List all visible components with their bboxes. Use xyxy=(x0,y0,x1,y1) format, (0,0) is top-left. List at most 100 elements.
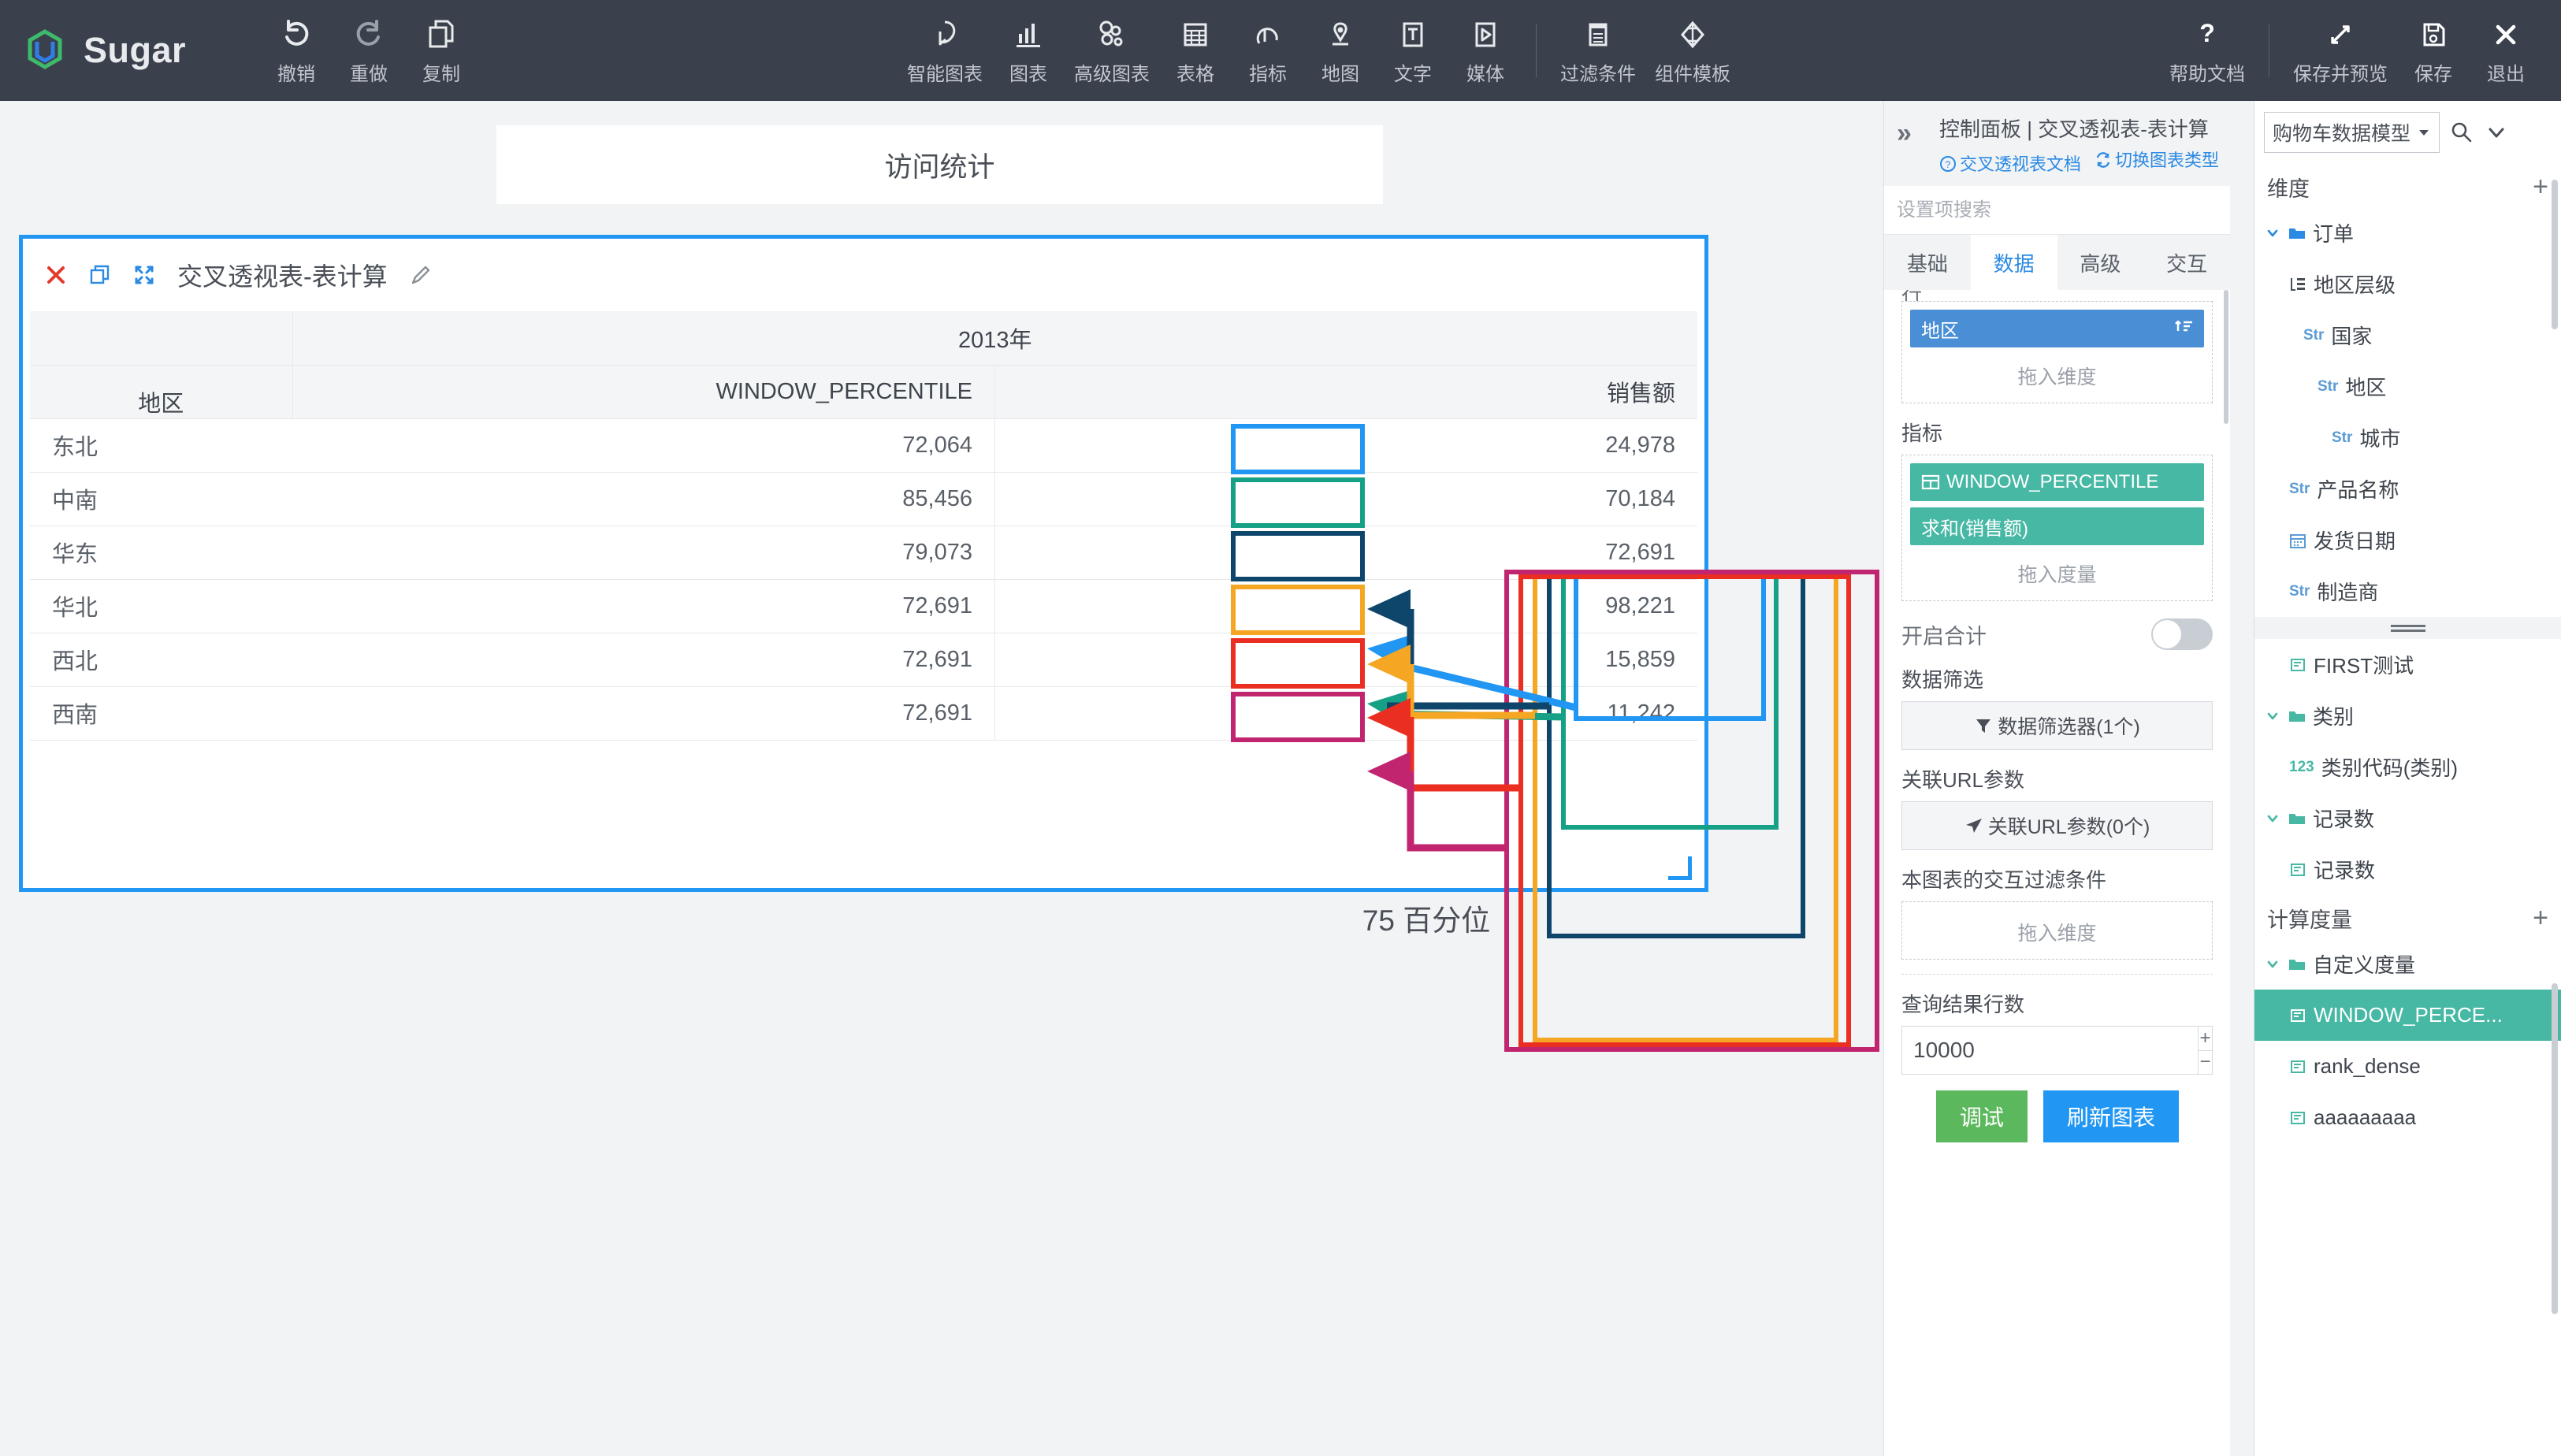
chevron-down-icon[interactable] xyxy=(2484,120,2509,145)
fullscreen-widget-icon[interactable] xyxy=(128,259,160,291)
data-filter-button[interactable]: 数据筛选器(1个) xyxy=(1901,701,2213,750)
add-dimension-icon[interactable]: + xyxy=(2533,172,2548,202)
smart-chart-label: 智能图表 xyxy=(907,63,983,85)
url-param-button[interactable]: 关联URL参数(0个) xyxy=(1901,801,2213,850)
enable-total-toggle[interactable] xyxy=(2151,618,2213,650)
doc-link[interactable]: ? 交叉透视表文档 xyxy=(1939,150,2081,176)
tree-item-ship-date[interactable]: 发货日期 xyxy=(2254,514,2561,566)
metric-icon xyxy=(1251,15,1284,51)
dimension-tree: 订单 地区层级 Str 国家 Str 地区 Str 城市 Str 产品名称 发货… xyxy=(2254,207,2561,617)
metric-pill-window-percentile[interactable]: WINDOW_PERCENTILE xyxy=(1910,463,2204,501)
search-icon[interactable] xyxy=(2449,120,2474,145)
component-template-button[interactable]: 组件模板 xyxy=(1645,0,1740,101)
table-button[interactable]: 表格 xyxy=(1159,0,1232,101)
pivot-chart-widget[interactable]: 交叉透视表-表计算 2013年 地区 WINDOW_PERCENTILE 销售额 xyxy=(19,235,1708,892)
expand-icon xyxy=(2324,15,2357,51)
refresh-chart-button[interactable]: 刷新图表 xyxy=(2043,1090,2180,1142)
tree-item-country[interactable]: Str 国家 xyxy=(2254,310,2561,361)
tree-item-category-code[interactable]: 123 类别代码(类别) xyxy=(2254,741,2561,793)
remove-widget-icon[interactable] xyxy=(40,259,72,291)
edit-name-icon[interactable] xyxy=(405,259,437,291)
duplicate-widget-icon[interactable] xyxy=(84,259,116,291)
save-preview-button[interactable]: 保存并预览 xyxy=(2284,0,2397,101)
table-row[interactable]: 西北 72,691 15,859 xyxy=(30,633,1697,687)
media-button[interactable]: 媒体 xyxy=(1449,0,1522,101)
title-card-widget[interactable]: 访问统计 xyxy=(496,125,1383,204)
tab-advanced[interactable]: 高级 xyxy=(2057,235,2144,290)
dimension-pill-region[interactable]: 地区 xyxy=(1910,310,2204,347)
copy-button[interactable]: 复制 xyxy=(405,0,478,101)
app-logo[interactable]: Sugar xyxy=(0,28,260,72)
debug-button[interactable]: 调试 xyxy=(1936,1090,2028,1142)
dimension-dropzone[interactable]: 地区 拖入维度 xyxy=(1901,301,2213,403)
tree-item-label: WINDOW_PERCE... xyxy=(2314,1003,2503,1027)
tree-item-orders[interactable]: 订单 xyxy=(2254,207,2561,258)
save-button[interactable]: 保存 xyxy=(2397,0,2470,101)
metric-pill-sum-sales[interactable]: 求和(销售额) xyxy=(1910,507,2204,545)
tree-item-record-count-folder[interactable]: 记录数 xyxy=(2254,793,2561,844)
map-button[interactable]: 地图 xyxy=(1304,0,1377,101)
tree-item-manufacturer[interactable]: Str 制造商 xyxy=(2254,566,2561,617)
resize-handle[interactable] xyxy=(1668,856,1692,880)
table-row[interactable]: 西南 72,691 11,242 xyxy=(30,686,1697,741)
text-button[interactable]: 文字 xyxy=(1377,0,1449,101)
svg-text:?: ? xyxy=(2199,19,2215,47)
chart-button[interactable]: 图表 xyxy=(992,0,1065,101)
result-rows-label: 查询结果行数 xyxy=(1901,993,2025,1016)
chevron-down-icon[interactable] xyxy=(2261,226,2284,240)
tree-item-first-test[interactable]: FIRST测试 xyxy=(2254,639,2561,690)
metric-button[interactable]: 指标 xyxy=(1232,0,1304,101)
tab-basic[interactable]: 基础 xyxy=(1884,235,1971,290)
tree-item-record-count[interactable]: 记录数 xyxy=(2254,844,2561,895)
tree-item-label: 记录数 xyxy=(2313,808,2375,831)
sort-icon[interactable] xyxy=(2174,317,2195,337)
metric-dropzone[interactable]: WINDOW_PERCENTILE 求和(销售额) 拖入度量 xyxy=(1901,455,2213,601)
exit-button[interactable]: 退出 xyxy=(2470,0,2542,101)
stepper-decrement[interactable]: − xyxy=(2199,1051,2212,1075)
switch-chart-type-button[interactable]: 切换图表类型 xyxy=(2095,147,2219,172)
tree-item-window-percentile[interactable]: WINDOW_PERCE... xyxy=(2254,990,2561,1041)
result-rows-input[interactable] xyxy=(1901,1026,2198,1075)
panel-resize-grip[interactable] xyxy=(2254,617,2561,639)
number-type-tag: 123 xyxy=(2289,758,2314,775)
tab-interaction[interactable]: 交互 xyxy=(2143,235,2230,290)
undo-button[interactable]: 撤销 xyxy=(260,0,333,101)
table-row[interactable]: 东北 72,064 24,978 xyxy=(30,418,1697,473)
smart-chart-button[interactable]: 智能图表 xyxy=(898,0,992,101)
tree-item-label: 发货日期 xyxy=(2314,529,2396,553)
tree-item-aaaaaaaaa[interactable]: aaaaaaaaa xyxy=(2254,1092,2561,1143)
table-row[interactable]: 中南 85,456 70,184 xyxy=(30,472,1697,526)
tree-item-city[interactable]: Str 城市 xyxy=(2254,412,2561,463)
filter-panel-button[interactable]: 过滤条件 xyxy=(1551,0,1645,101)
row-label: 东北 xyxy=(30,418,292,473)
model-selector[interactable]: 购物车数据模型 xyxy=(2264,112,2440,153)
tree-item-category-folder[interactable]: 类别 xyxy=(2254,690,2561,741)
chevron-down-icon[interactable] xyxy=(2261,709,2284,723)
table-row[interactable]: 华东 79,073 72,691 xyxy=(30,526,1697,580)
tree-item-rank-dense[interactable]: rank_dense xyxy=(2254,1041,2561,1092)
tree-item-region[interactable]: Str 地区 xyxy=(2254,361,2561,412)
collapse-panel-icon[interactable]: » xyxy=(1897,118,1912,149)
redo-button[interactable]: 重做 xyxy=(333,0,405,101)
filter-panel-icon xyxy=(1582,15,1615,51)
advanced-chart-button[interactable]: 高级图表 xyxy=(1065,0,1159,101)
stepper-increment[interactable]: + xyxy=(2199,1027,2212,1051)
add-calc-measure-icon[interactable]: + xyxy=(2533,903,2548,934)
data-panel-header: 购物车数据模型 xyxy=(2254,101,2561,164)
data-panel-scrollbar-bottom[interactable] xyxy=(2552,983,2558,1314)
chevron-down-icon[interactable] xyxy=(2261,812,2284,826)
data-panel-scrollbar-top[interactable] xyxy=(2552,180,2558,329)
chevron-down-icon[interactable] xyxy=(2261,957,2284,971)
config-scrollbar[interactable] xyxy=(2224,290,2228,424)
table-row[interactable]: 华北 72,691 98,221 xyxy=(30,579,1697,633)
tree-item-label: 类别 xyxy=(2313,705,2355,729)
tree-item-custom-measure-folder[interactable]: 自定义度量 xyxy=(2254,938,2561,990)
tree-item-region-hierarchy[interactable]: 地区层级 xyxy=(2254,258,2561,310)
help-doc-button[interactable]: ? 帮助文档 xyxy=(2160,0,2254,101)
interaction-filter-dropzone[interactable]: 拖入维度 xyxy=(1901,901,2213,960)
dashboard-canvas[interactable]: 访问统计 交叉透视表-表计算 2013年 地区 WINDOW_PERCENTIL… xyxy=(0,101,1883,1456)
settings-search-input[interactable] xyxy=(1897,199,2212,221)
tab-data[interactable]: 数据 xyxy=(1970,235,2057,290)
pivot-table[interactable]: 2013年 地区 WINDOW_PERCENTILE 销售额 东北 72,064… xyxy=(30,311,1697,741)
tree-item-product-name[interactable]: Str 产品名称 xyxy=(2254,463,2561,514)
